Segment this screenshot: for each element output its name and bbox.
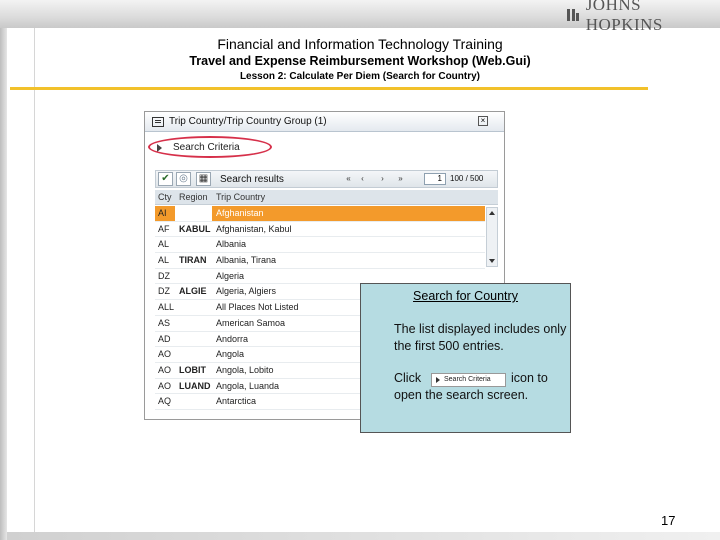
cell-trip-country: Andorra [216,333,249,344]
cell-trip-country: American Samoa [216,317,286,328]
cell-trip-country: Algeria, Algiers [216,286,277,297]
cell-trip-country: Angola [216,349,245,360]
export-button[interactable]: ▦ [196,172,211,186]
col-header-cty[interactable]: Cty [158,192,172,202]
cell-trip-country: Angola, Luanda [216,380,280,391]
highlight-oval [148,136,272,158]
last-page-button[interactable]: » [394,172,407,186]
col-header-trip-country[interactable]: Trip Country [216,192,265,202]
first-page-button[interactable]: « [342,172,355,186]
col-header-region[interactable]: Region [179,192,208,202]
table-row[interactable]: AF KABUL Afghanistan, Kabul [155,222,485,238]
cell-trip-country: Antarctica [216,396,257,407]
cell-cty: AO [158,349,172,360]
panel-title: Trip Country/Trip Country Group (1) [169,116,327,127]
page-input[interactable]: 1 [424,173,446,185]
left-divider [34,28,35,540]
cell-region: ALGIE [179,286,207,297]
logo-text: JOHNS HOPKINS [585,0,663,34]
panel-title-bar: Trip Country/Trip Country Group (1) × [145,112,504,132]
cell-region: TIRAN [179,255,207,266]
table-row[interactable]: AL TIRAN Albania, Tirana [155,253,485,269]
chip-label: Search Criteria [444,376,491,383]
slide-subtitle: Travel and Expense Reimbursement Worksho… [189,54,531,68]
slide: JOHNS HOPKINS Financial and Information … [0,0,720,540]
callout-title: Search for Country [413,289,518,303]
left-strip [0,28,7,540]
cell-cty: AS [158,317,171,328]
footer-strip [7,532,720,540]
cell-cty: AI [158,208,167,218]
region-cell-bg [175,206,212,221]
cell-cty: AO [158,364,172,375]
cell-cty: AF [158,223,170,234]
search-criteria-chip: Search Criteria [431,373,506,387]
callout-paragraph: The list displayed includes only the fir… [394,322,567,353]
cell-region: LUAND [179,380,211,391]
cell-region: KABUL [179,223,211,234]
scroll-down-icon[interactable] [489,259,495,263]
cell-region: LOBIT [179,364,206,375]
results-toolbar: ✔ ◎ ▦ Search results « ‹ › » 1 100 / 500 [155,170,498,188]
cell-cty: AD [158,333,171,344]
cell-trip-country: Afghanistan, Kabul [216,223,292,234]
johns-hopkins-logo: JOHNS HOPKINS [566,0,720,34]
close-button[interactable]: × [478,116,488,126]
page-range: 100 / 500 [450,174,484,183]
check-button[interactable]: ✔ [158,172,173,186]
cell-cty: AL [158,255,170,266]
cell-trip-country: Algeria [216,270,245,281]
table-row[interactable]: AI Afghanistan [155,206,485,222]
cell-trip-country: Angola, Lobito [216,364,274,375]
top-banner: JOHNS HOPKINS [0,0,720,34]
next-page-button[interactable]: › [376,172,389,186]
cell-trip-country: Albania [216,239,247,250]
cell-trip-country: All Places Not Listed [216,302,299,313]
cell-cty: AO [158,380,172,391]
callout-box: Search for Country The list displayed in… [360,283,571,433]
table-row[interactable]: AL Albania [155,237,485,254]
cell-cty: AQ [158,396,172,407]
vertical-scrollbar[interactable] [486,207,498,267]
prev-page-button[interactable]: ‹ [356,172,369,186]
chip-triangle-icon [436,377,440,383]
table-header: Cty Region Trip Country [155,190,498,205]
title-rule [10,87,648,90]
filter-button[interactable]: ◎ [176,172,191,186]
callout-line2: open the search screen. [394,388,529,402]
page-number: 17 [661,513,676,528]
cell-trip-country: Albania, Tirana [216,255,277,266]
scroll-up-icon[interactable] [489,211,495,215]
window-icon [152,117,164,127]
cell-cty: DZ [158,286,170,297]
search-results-title: Search results [220,174,284,185]
slide-title: Financial and Information Technology Tra… [217,36,503,52]
cell-cty: DZ [158,270,170,281]
lesson-title: Lesson 2: Calculate Per Diem (Search for… [239,71,481,82]
logo-mark-icon [566,8,580,22]
cell-cty: ALL [158,302,175,313]
callout-click-word: Click [394,371,422,385]
cell-trip-country: Afghanistan [216,208,264,218]
cell-cty: AL [158,239,170,250]
callout-icon-to: icon to [511,371,548,385]
